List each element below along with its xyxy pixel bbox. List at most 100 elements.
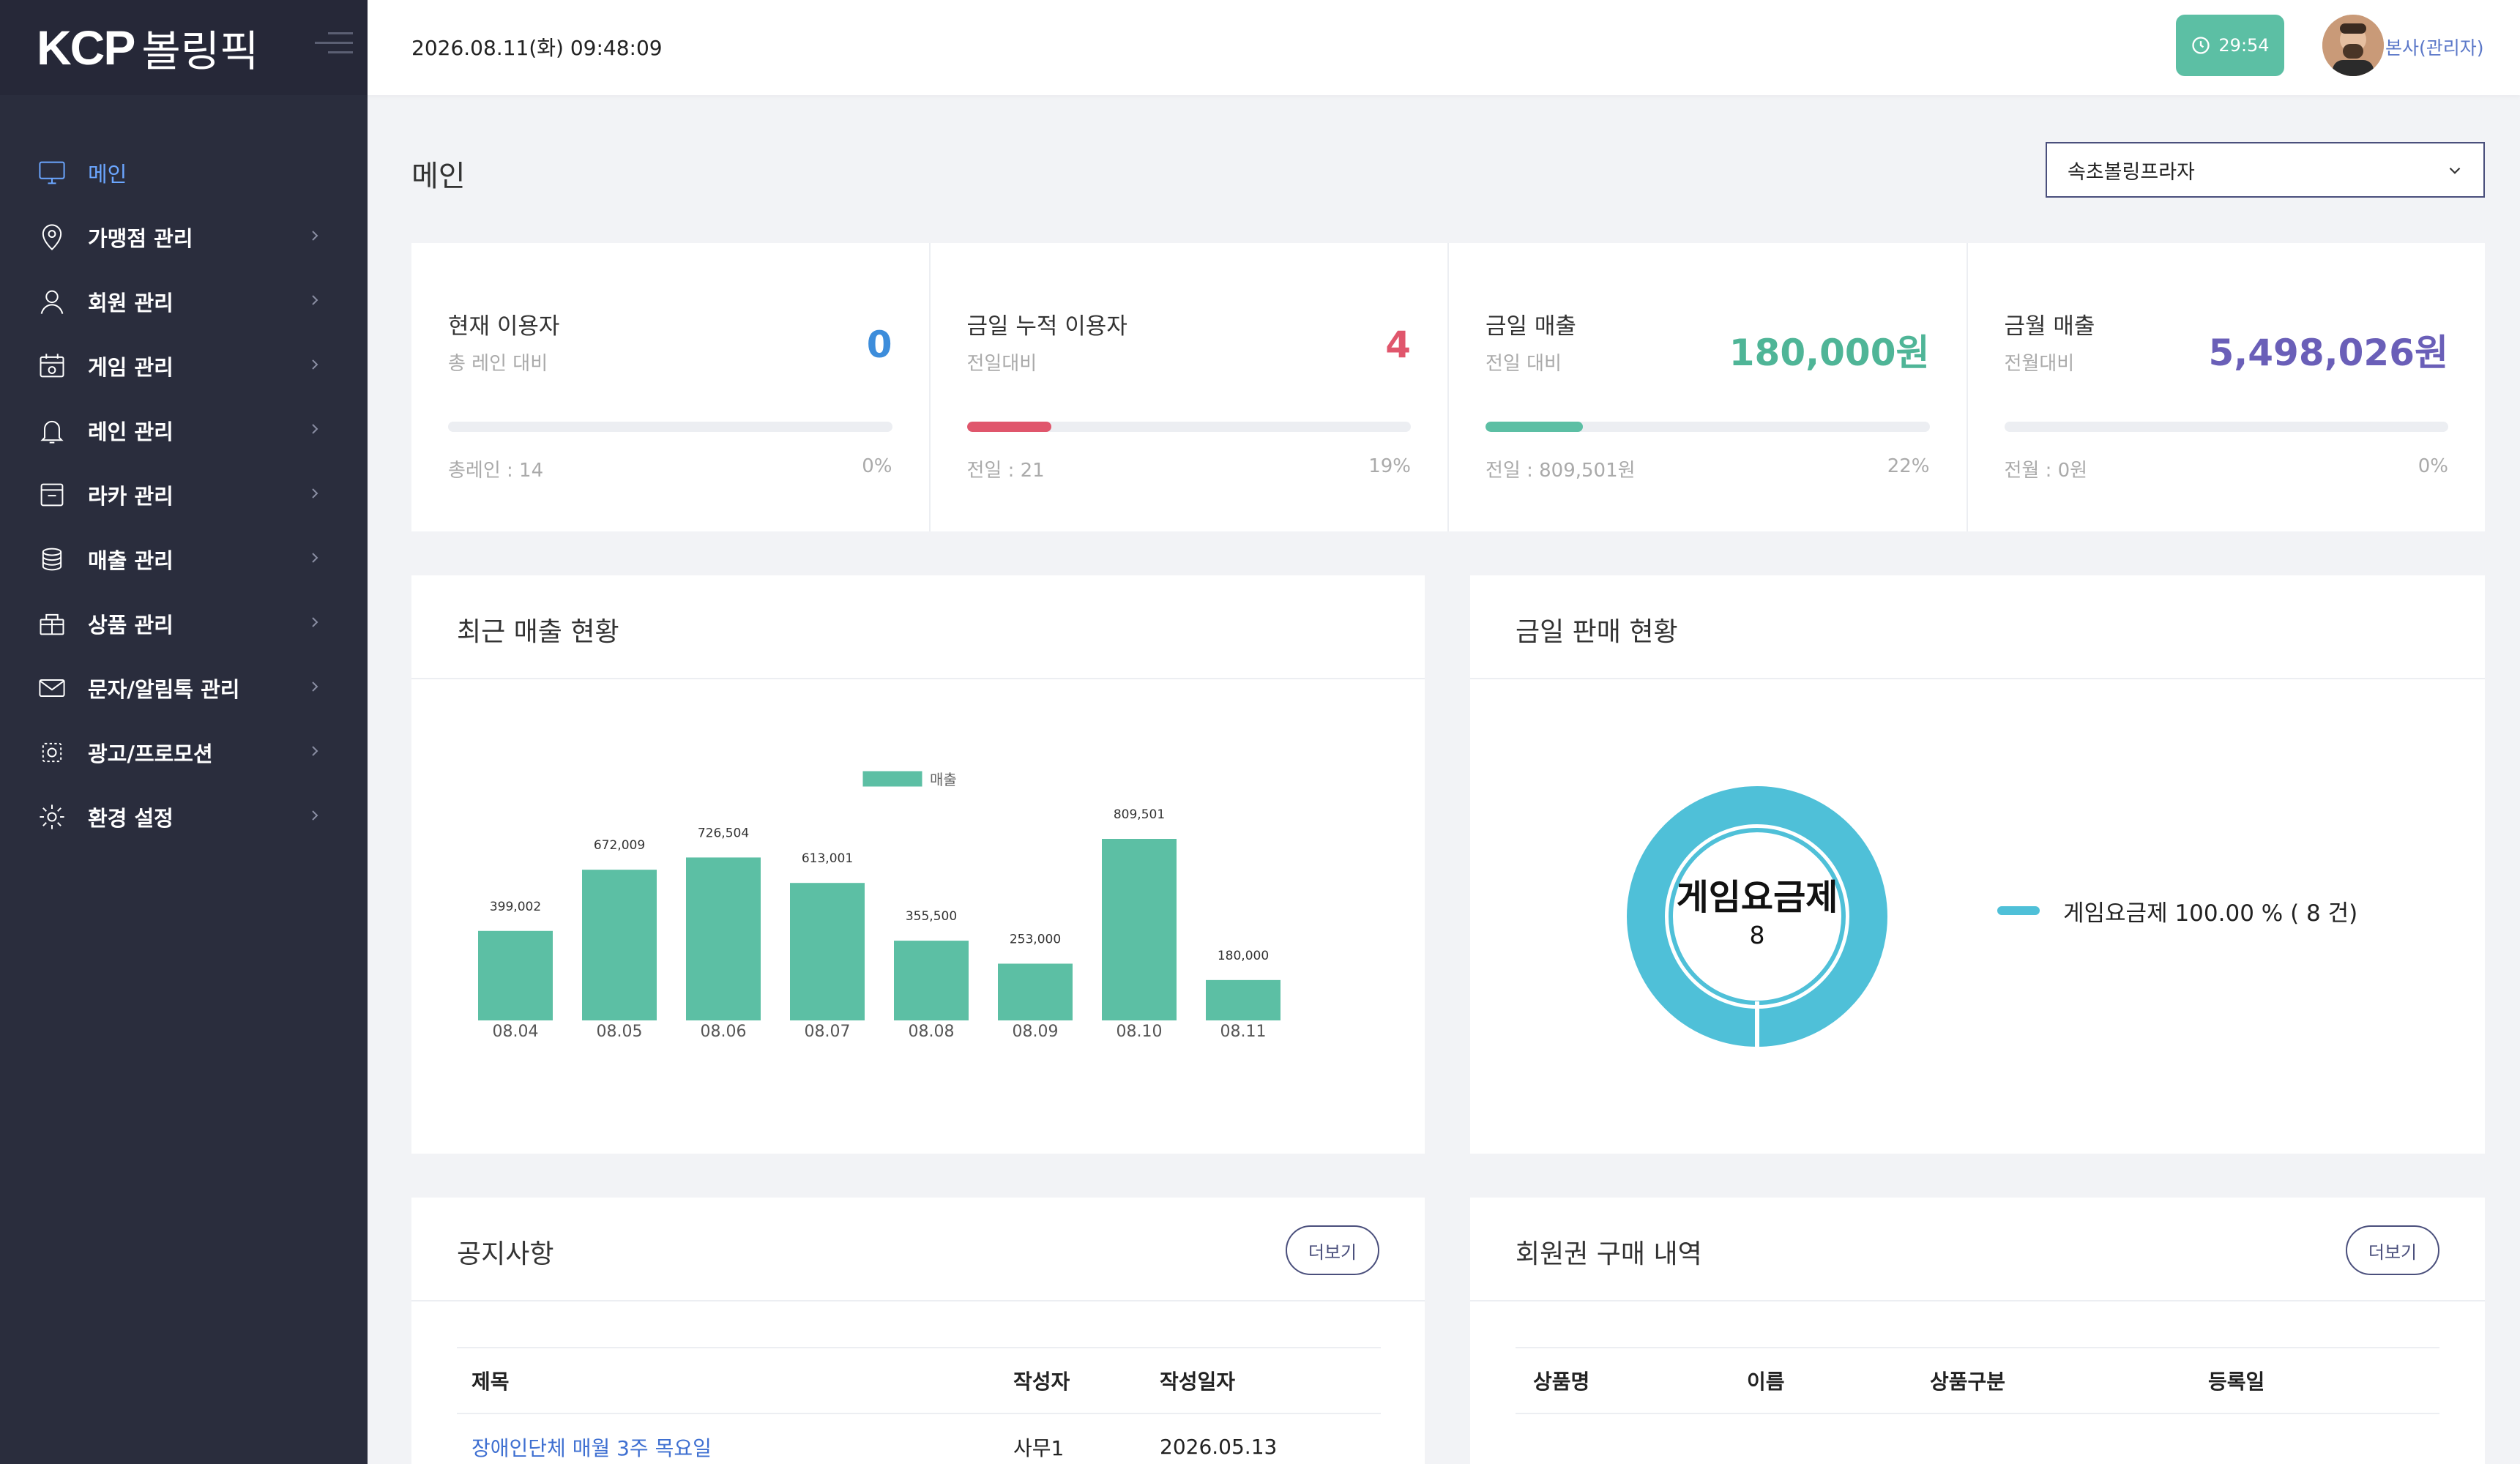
brand-logo: KCP [37, 20, 135, 75]
stat-subtitle: 전일 대비 [1485, 353, 1562, 375]
stat-progress-bar [448, 422, 892, 432]
data-label: 399,002 [490, 900, 541, 914]
bar[interactable] [582, 870, 657, 1020]
sidebar-item-7[interactable]: 상품 관리 [0, 591, 368, 656]
stat-card-2: 금일 매출 전일 대비 180,000원 전일 : 809,501원 22% [1449, 243, 1968, 531]
sidebar-item-label: 레인 관리 [88, 419, 174, 444]
x-tick-label: 08.04 [493, 1023, 539, 1041]
gift-icon [37, 608, 67, 639]
membership-more-button[interactable]: 더보기 [2346, 1225, 2439, 1275]
sidebar-item-1[interactable]: 가맹점 관리 [0, 205, 368, 269]
chevron-right-icon [312, 231, 318, 241]
current-datetime: 2026.08.11(화) 09:48:09 [411, 36, 663, 60]
bar[interactable] [1206, 979, 1280, 1020]
sidebar-item-10[interactable]: 환경 설정 [0, 785, 368, 849]
notice-author-cell: 사무1 [1013, 1435, 1065, 1460]
card-header: 최근 매출 현황 [411, 575, 1425, 679]
stat-card-1: 금일 누적 이용자 전일대비 4 전일 : 21 19% [931, 243, 1449, 531]
sidebar-item-6[interactable]: 매출 관리 [0, 527, 368, 591]
stat-footnote: 전일 : 809,501원 [1485, 460, 1636, 482]
legend-label: 게임요금제 100.00 % ( 8 건) [2063, 900, 2358, 927]
notice-link[interactable]: 장애인단체 매월 3주 목요일 [471, 1436, 712, 1460]
stat-percent: 0% [862, 455, 892, 477]
sidebar-item-label: 문자/알림톡 관리 [88, 677, 240, 702]
membership-card: 회원권 구매 내역 더보기 상품명 이름 상품구분 등록일 [1470, 1198, 2485, 1464]
stat-subtitle: 전일대비 [966, 353, 1037, 375]
table-row[interactable]: 장애인단체 매월 3주 목요일 사무1 2026.05.13 [457, 1413, 1381, 1464]
store-select-value: 속초볼링프라자 [2068, 160, 2195, 184]
sidebar-item-5[interactable]: 라카 관리 [0, 463, 368, 527]
stat-footnote: 총레인 : 14 [448, 460, 544, 482]
stat-title: 현재 이용자 [448, 313, 560, 340]
x-tick-label: 08.11 [1220, 1023, 1267, 1041]
bar[interactable] [894, 941, 969, 1020]
column-header: 제목 [471, 1370, 510, 1394]
clock-icon [2192, 37, 2210, 54]
stat-progress-fill [1485, 422, 1584, 432]
calendar-game-icon [37, 351, 67, 381]
sidebar-item-8[interactable]: 문자/알림톡 관리 [0, 656, 368, 720]
stat-footnote: 전월 : 0원 [2004, 460, 2088, 482]
x-tick-label: 08.05 [597, 1023, 643, 1041]
column-header: 이름 [1747, 1370, 1785, 1394]
today-sales-card: 금일 판매 현황 [1470, 575, 2485, 1154]
stat-percent: 22% [1887, 455, 1930, 477]
data-label: 809,501 [1114, 807, 1165, 822]
stat-value: 5,498,026원 [2208, 332, 2448, 374]
avatar[interactable] [2322, 15, 2384, 76]
stat-card-0: 현재 이용자 총 레인 대비 0 총레인 : 14 0% [411, 243, 931, 531]
sidebar: KCP 볼링픽 메인가맹점 관리회원 관리 게임 관리레인 관리라카 관리매출 관… [0, 0, 368, 1464]
chevron-right-icon [312, 617, 318, 627]
card-header: 회원권 구매 내역 더보기 [1470, 1198, 2485, 1301]
bar[interactable] [478, 930, 553, 1020]
sidebar-item-label: 라카 관리 [88, 484, 174, 509]
sidebar-item-2[interactable]: 회원 관리 [0, 269, 368, 334]
membership-table: 상품명 이름 상품구분 등록일 [1516, 1347, 2439, 1414]
menu-toggle-icon[interactable] [315, 32, 353, 61]
card-title: 공지사항 [457, 1239, 554, 1269]
bar[interactable] [1102, 839, 1177, 1020]
x-tick-label: 08.06 [701, 1023, 747, 1041]
x-tick-label: 08.07 [805, 1023, 851, 1041]
x-tick-label: 08.10 [1117, 1023, 1163, 1041]
data-label: 726,504 [698, 826, 749, 840]
x-tick-label: 08.08 [909, 1023, 955, 1041]
sidebar-item-label: 가맹점 관리 [88, 226, 193, 251]
sidebar-item-label: 상품 관리 [88, 613, 174, 638]
stat-value: 180,000원 [1729, 332, 1930, 374]
legend-swatch[interactable] [860, 769, 925, 789]
x-tick-label: 08.09 [1013, 1023, 1059, 1041]
notice-date-cell: 2026.05.13 [1160, 1435, 1278, 1459]
sidebar-item-0[interactable]: 메인 [0, 141, 368, 205]
sidebar-item-3[interactable]: 게임 관리 [0, 334, 368, 398]
column-header: 상품명 [1533, 1370, 1590, 1394]
stat-card-3: 금월 매출 전월대비 5,498,026원 전월 : 0원 0% [1968, 243, 2486, 531]
store-select[interactable]: 속초볼링프라자 [2046, 142, 2485, 198]
stats-panel: 현재 이용자 총 레인 대비 0 총레인 : 14 0% 금일 누적 이용자 전일대비 4 전일… [411, 243, 2485, 531]
coins-icon [37, 544, 67, 575]
user-name[interactable]: 본사(관리자) [2385, 34, 2484, 60]
card-title: 금일 판매 현황 [1516, 617, 1678, 647]
session-timer-button[interactable]: 29:54 [2176, 15, 2284, 76]
donut-center-label: 게임요금제 [1676, 877, 1838, 918]
stat-title: 금일 누적 이용자 [966, 313, 1127, 340]
chevron-down-icon [2449, 167, 2461, 174]
notice-more-button[interactable]: 더보기 [1286, 1225, 1379, 1275]
chevron-right-icon [312, 810, 318, 821]
sidebar-item-9[interactable]: 광고/프로모션 [0, 720, 368, 785]
bar[interactable] [790, 883, 865, 1020]
data-label: 180,000 [1218, 949, 1269, 963]
stat-subtitle: 전월대비 [2004, 353, 2075, 375]
brand[interactable]: KCP 볼링픽 [0, 0, 368, 95]
chevron-right-icon [312, 488, 318, 498]
sidebar-item-4[interactable]: 레인 관리 [0, 398, 368, 463]
bar[interactable] [998, 963, 1073, 1020]
monitor-icon [37, 157, 67, 188]
user-icon [37, 286, 67, 317]
chevron-right-icon [312, 553, 318, 563]
bar[interactable] [686, 857, 761, 1020]
data-label: 355,500 [906, 909, 957, 924]
card-title: 회원권 구매 내역 [1516, 1239, 1702, 1269]
donut-center-count: 8 [1749, 921, 1765, 949]
stat-value: 0 [866, 324, 892, 366]
